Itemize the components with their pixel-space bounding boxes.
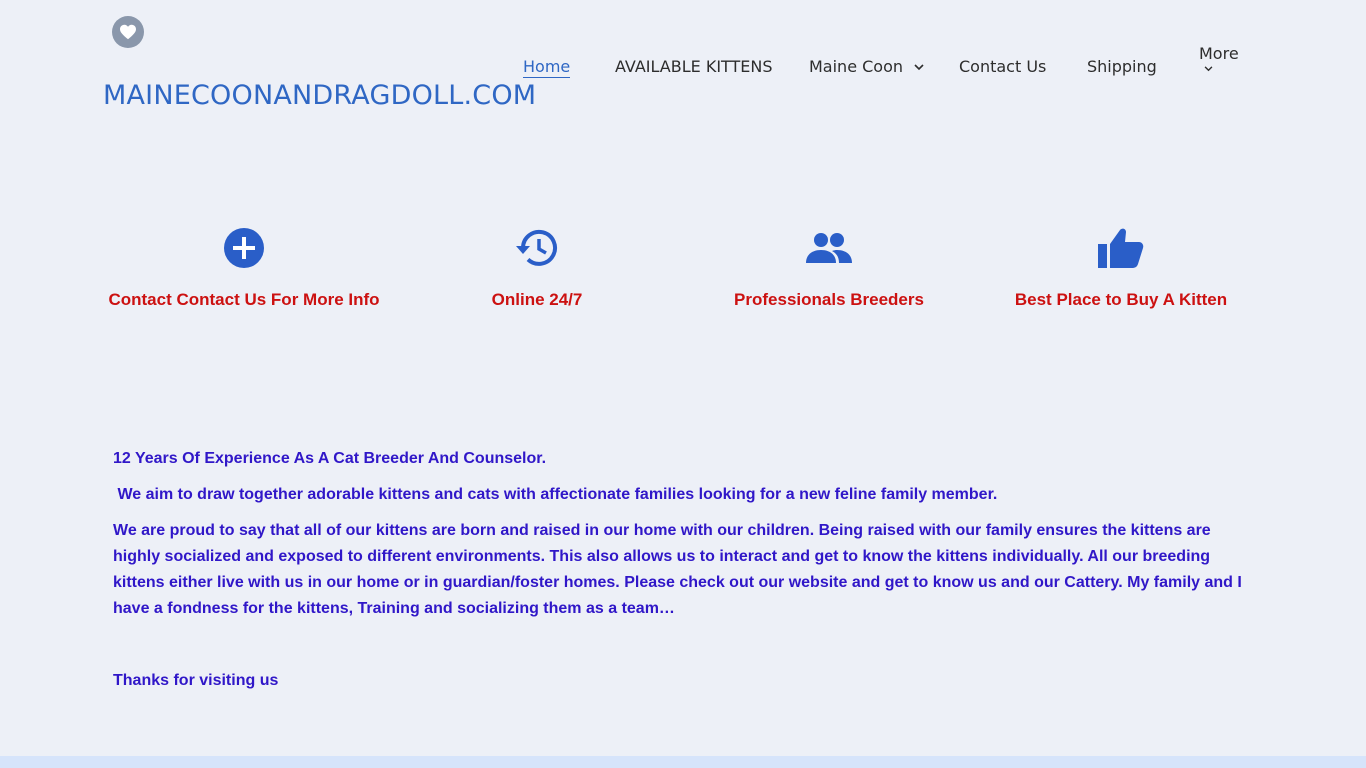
chevron-down-icon: [1204, 66, 1213, 72]
nav-home[interactable]: Home: [523, 57, 571, 78]
nav-shipping[interactable]: Shipping: [1087, 57, 1157, 76]
feature-online-label: Online 24/7: [491, 290, 583, 309]
heart-icon: [120, 24, 136, 40]
feature-best-place: Best Place to Buy A Kitten: [971, 226, 1271, 312]
about-body: We are proud to say that all of our kitt…: [113, 522, 1242, 617]
feature-contact-label: Contact Contact Us For More Info: [108, 290, 380, 309]
site-title[interactable]: MAINECOONANDRAGDOLL.COM: [103, 80, 536, 111]
logo-heart[interactable]: [112, 16, 144, 48]
chevron-down-icon: [914, 64, 924, 71]
people-icon: [806, 233, 852, 263]
feature-online: Online 24/7: [387, 226, 687, 312]
nav-available-kittens-label: AVAILABLE KITTENS: [615, 57, 773, 76]
nav-contact-us[interactable]: Contact Us: [959, 57, 1046, 76]
thanks-text: Thanks for visiting us: [113, 672, 279, 689]
history-icon: [516, 229, 557, 266]
feature-breeders-label: Professionals Breeders: [734, 290, 924, 309]
nav-more-label: More: [1199, 44, 1239, 63]
plus-circle-icon: [224, 228, 264, 268]
feature-best-place-label: Best Place to Buy A Kitten: [1014, 290, 1228, 309]
about-heading: 12 Years Of Experience As A Cat Breeder …: [113, 450, 547, 467]
nav-home-label: Home: [523, 57, 571, 76]
about-aim: We aim to draw together adorable kittens…: [113, 486, 998, 503]
nav-shipping-label: Shipping: [1087, 57, 1157, 76]
nav-more[interactable]: More: [1199, 44, 1239, 72]
feature-breeders: Professionals Breeders: [679, 226, 979, 312]
thumbs-up-icon: [1098, 228, 1144, 268]
nav-maine-coon[interactable]: Maine Coon: [809, 57, 924, 76]
footer-strip: [0, 756, 1366, 768]
nav-maine-coon-label: Maine Coon: [809, 57, 904, 76]
feature-contact: Contact Contact Us For More Info: [94, 226, 394, 312]
nav-available-kittens[interactable]: AVAILABLE KITTENS: [615, 57, 773, 76]
nav-contact-us-label: Contact Us: [959, 57, 1047, 76]
